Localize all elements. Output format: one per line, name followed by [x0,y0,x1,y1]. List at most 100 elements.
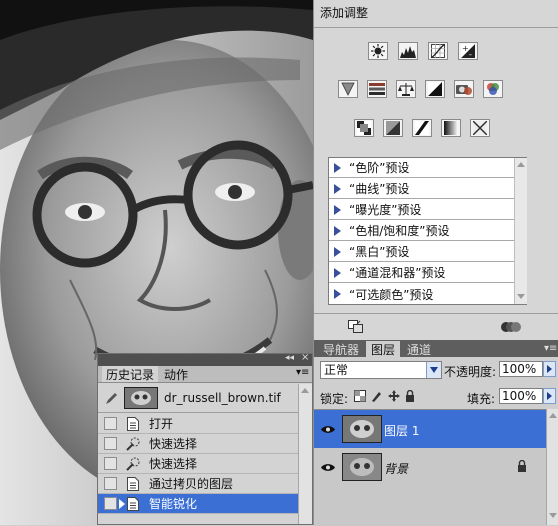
expand-triangle-icon [334,183,341,194]
lock-label: 锁定: [320,392,349,406]
panel-divider [314,27,558,28]
history-step[interactable]: 快速选择 [98,454,298,474]
lock-all-icon[interactable] [405,389,415,405]
history-brush-source-checkbox[interactable] [104,437,117,450]
layer-name[interactable]: 背景 [384,460,408,477]
history-brush-source-checkbox[interactable] [104,497,117,510]
fill-slider-arrow-icon[interactable] [543,388,556,404]
expand-triangle-icon [334,289,341,299]
preset-black-white[interactable]: “黑白”预设 [329,242,514,262]
history-tab-bar: 历史记录 动作 ▾≡ [98,366,312,383]
lock-icon [517,459,527,475]
color-balance-icon[interactable] [396,80,416,98]
preset-channel-mixer[interactable]: “通道混和器”预设 [329,263,514,283]
selective-color-icon[interactable] [470,119,490,137]
history-scrollbar[interactable] [298,384,312,524]
visibility-eye-icon[interactable] [317,456,339,478]
scroll-down-icon[interactable] [517,294,525,299]
preset-exposure[interactable]: “曝光度”预设 [329,200,514,220]
layer-name[interactable]: 图层 1 [384,422,419,439]
lock-transparent-pixels-icon[interactable] [354,390,366,405]
svg-text:+: + [462,44,469,53]
history-step-selected[interactable]: 智能锐化 [98,494,298,514]
history-step[interactable]: 快速选择 [98,434,298,454]
preset-hue-saturation[interactable]: “色相/饱和度”预设 [329,221,514,241]
layer-visibility-stack-icon[interactable] [500,320,522,337]
quick-selection-icon [125,456,141,472]
history-snapshot[interactable]: dr_russell_brown.tif [98,384,298,413]
invert-icon[interactable] [354,119,374,137]
gradient-map-icon[interactable] [441,119,461,137]
lock-position-icon[interactable] [388,390,400,405]
scroll-up-icon[interactable] [517,162,525,167]
history-step[interactable]: 打开 [98,414,298,434]
scroll-up-icon[interactable] [301,388,309,393]
curves-icon[interactable] [428,42,448,60]
document-icon [125,476,141,492]
threshold-icon[interactable] [412,119,432,137]
lock-image-pixels-icon[interactable] [371,390,383,405]
layer-thumbnail [342,453,382,481]
chevron-down-icon[interactable] [426,362,441,378]
snapshot-brush-icon[interactable] [104,391,118,405]
panel-menu-icon[interactable]: ▾≡ [544,343,557,354]
presets-scrollbar[interactable] [514,158,527,304]
history-brush-source-checkbox[interactable] [104,417,117,430]
history-brush-source-checkbox[interactable] [104,457,117,470]
history-brush-source-checkbox[interactable] [104,477,117,490]
blend-mode-select[interactable]: 正常 [320,361,442,379]
layers-scrollbar[interactable] [546,409,558,525]
visibility-eye-icon[interactable] [317,418,339,440]
hue-saturation-icon[interactable] [367,80,387,98]
clip-to-layer-icon[interactable] [348,320,364,337]
preset-label: “色阶”预设 [349,161,410,175]
fill-input[interactable]: 100% [499,388,543,404]
adjustments-panel: 添加调整 + - “色阶”预设 “曲线”预设 “曝光度”预设 “色相/饱和度”预… [313,0,558,340]
collapse-icon[interactable]: ◂◂ [285,353,294,363]
step-label: 智能锐化 [149,497,198,511]
layer-row[interactable]: 背景 [314,448,546,486]
layers-list: 图层 1 背景 [314,409,546,526]
fill-label: 填充: [467,392,496,406]
preset-curves[interactable]: “曲线”预设 [329,179,514,199]
expand-triangle-icon [334,162,341,173]
scroll-down-icon[interactable] [549,513,557,518]
quick-selection-icon [125,436,141,452]
exposure-icon[interactable]: + - [458,42,478,60]
expand-triangle-icon [334,246,341,257]
opacity-label: 不透明度: [444,365,497,379]
step-label: 快速选择 [149,457,198,471]
posterize-icon[interactable] [383,119,403,137]
photo-filter-icon[interactable] [454,80,474,98]
tab-navigator[interactable]: 导航器 [318,341,364,357]
tab-actions[interactable]: 动作 [160,366,192,382]
snapshot-name: dr_russell_brown.tif [164,391,281,405]
history-panel: ◂◂ × 历史记录 动作 ▾≡ dr_russell_brown.tif 打开 … [97,352,313,525]
close-icon[interactable]: × [301,352,309,363]
scroll-up-icon[interactable] [549,413,557,418]
vibrance-icon[interactable] [338,80,358,98]
channel-mixer-icon[interactable] [483,80,503,98]
preset-levels[interactable]: “色阶”预设 [329,158,514,178]
snapshot-thumbnail [124,387,158,409]
preset-selective-color[interactable]: “可选颜色”预设 [329,284,514,304]
layer-row[interactable]: 图层 1 [314,410,546,448]
black-white-icon[interactable] [425,80,445,98]
tab-channels[interactable]: 通道 [402,341,436,357]
blend-mode-value: 正常 [324,363,349,377]
opacity-input[interactable]: 100% [499,361,543,377]
brightness-contrast-icon[interactable] [368,42,388,60]
panel-menu-icon[interactable]: ▾≡ [296,367,309,378]
preset-label: “曝光度”预设 [349,203,422,217]
step-label: 快速选择 [149,437,198,451]
tab-history[interactable]: 历史记录 [102,366,158,382]
step-label: 打开 [149,417,174,431]
panel-header[interactable]: ◂◂ × [98,352,312,366]
preset-label: “曲线”预设 [349,182,410,196]
tab-layers[interactable]: 图层 [366,341,400,357]
opacity-slider-arrow-icon[interactable] [543,361,556,377]
history-state-slider-icon[interactable] [119,499,125,509]
history-step[interactable]: 通过拷贝的图层 [98,474,298,494]
levels-icon[interactable] [398,42,418,60]
preset-label: “通道混和器”预设 [349,266,446,280]
